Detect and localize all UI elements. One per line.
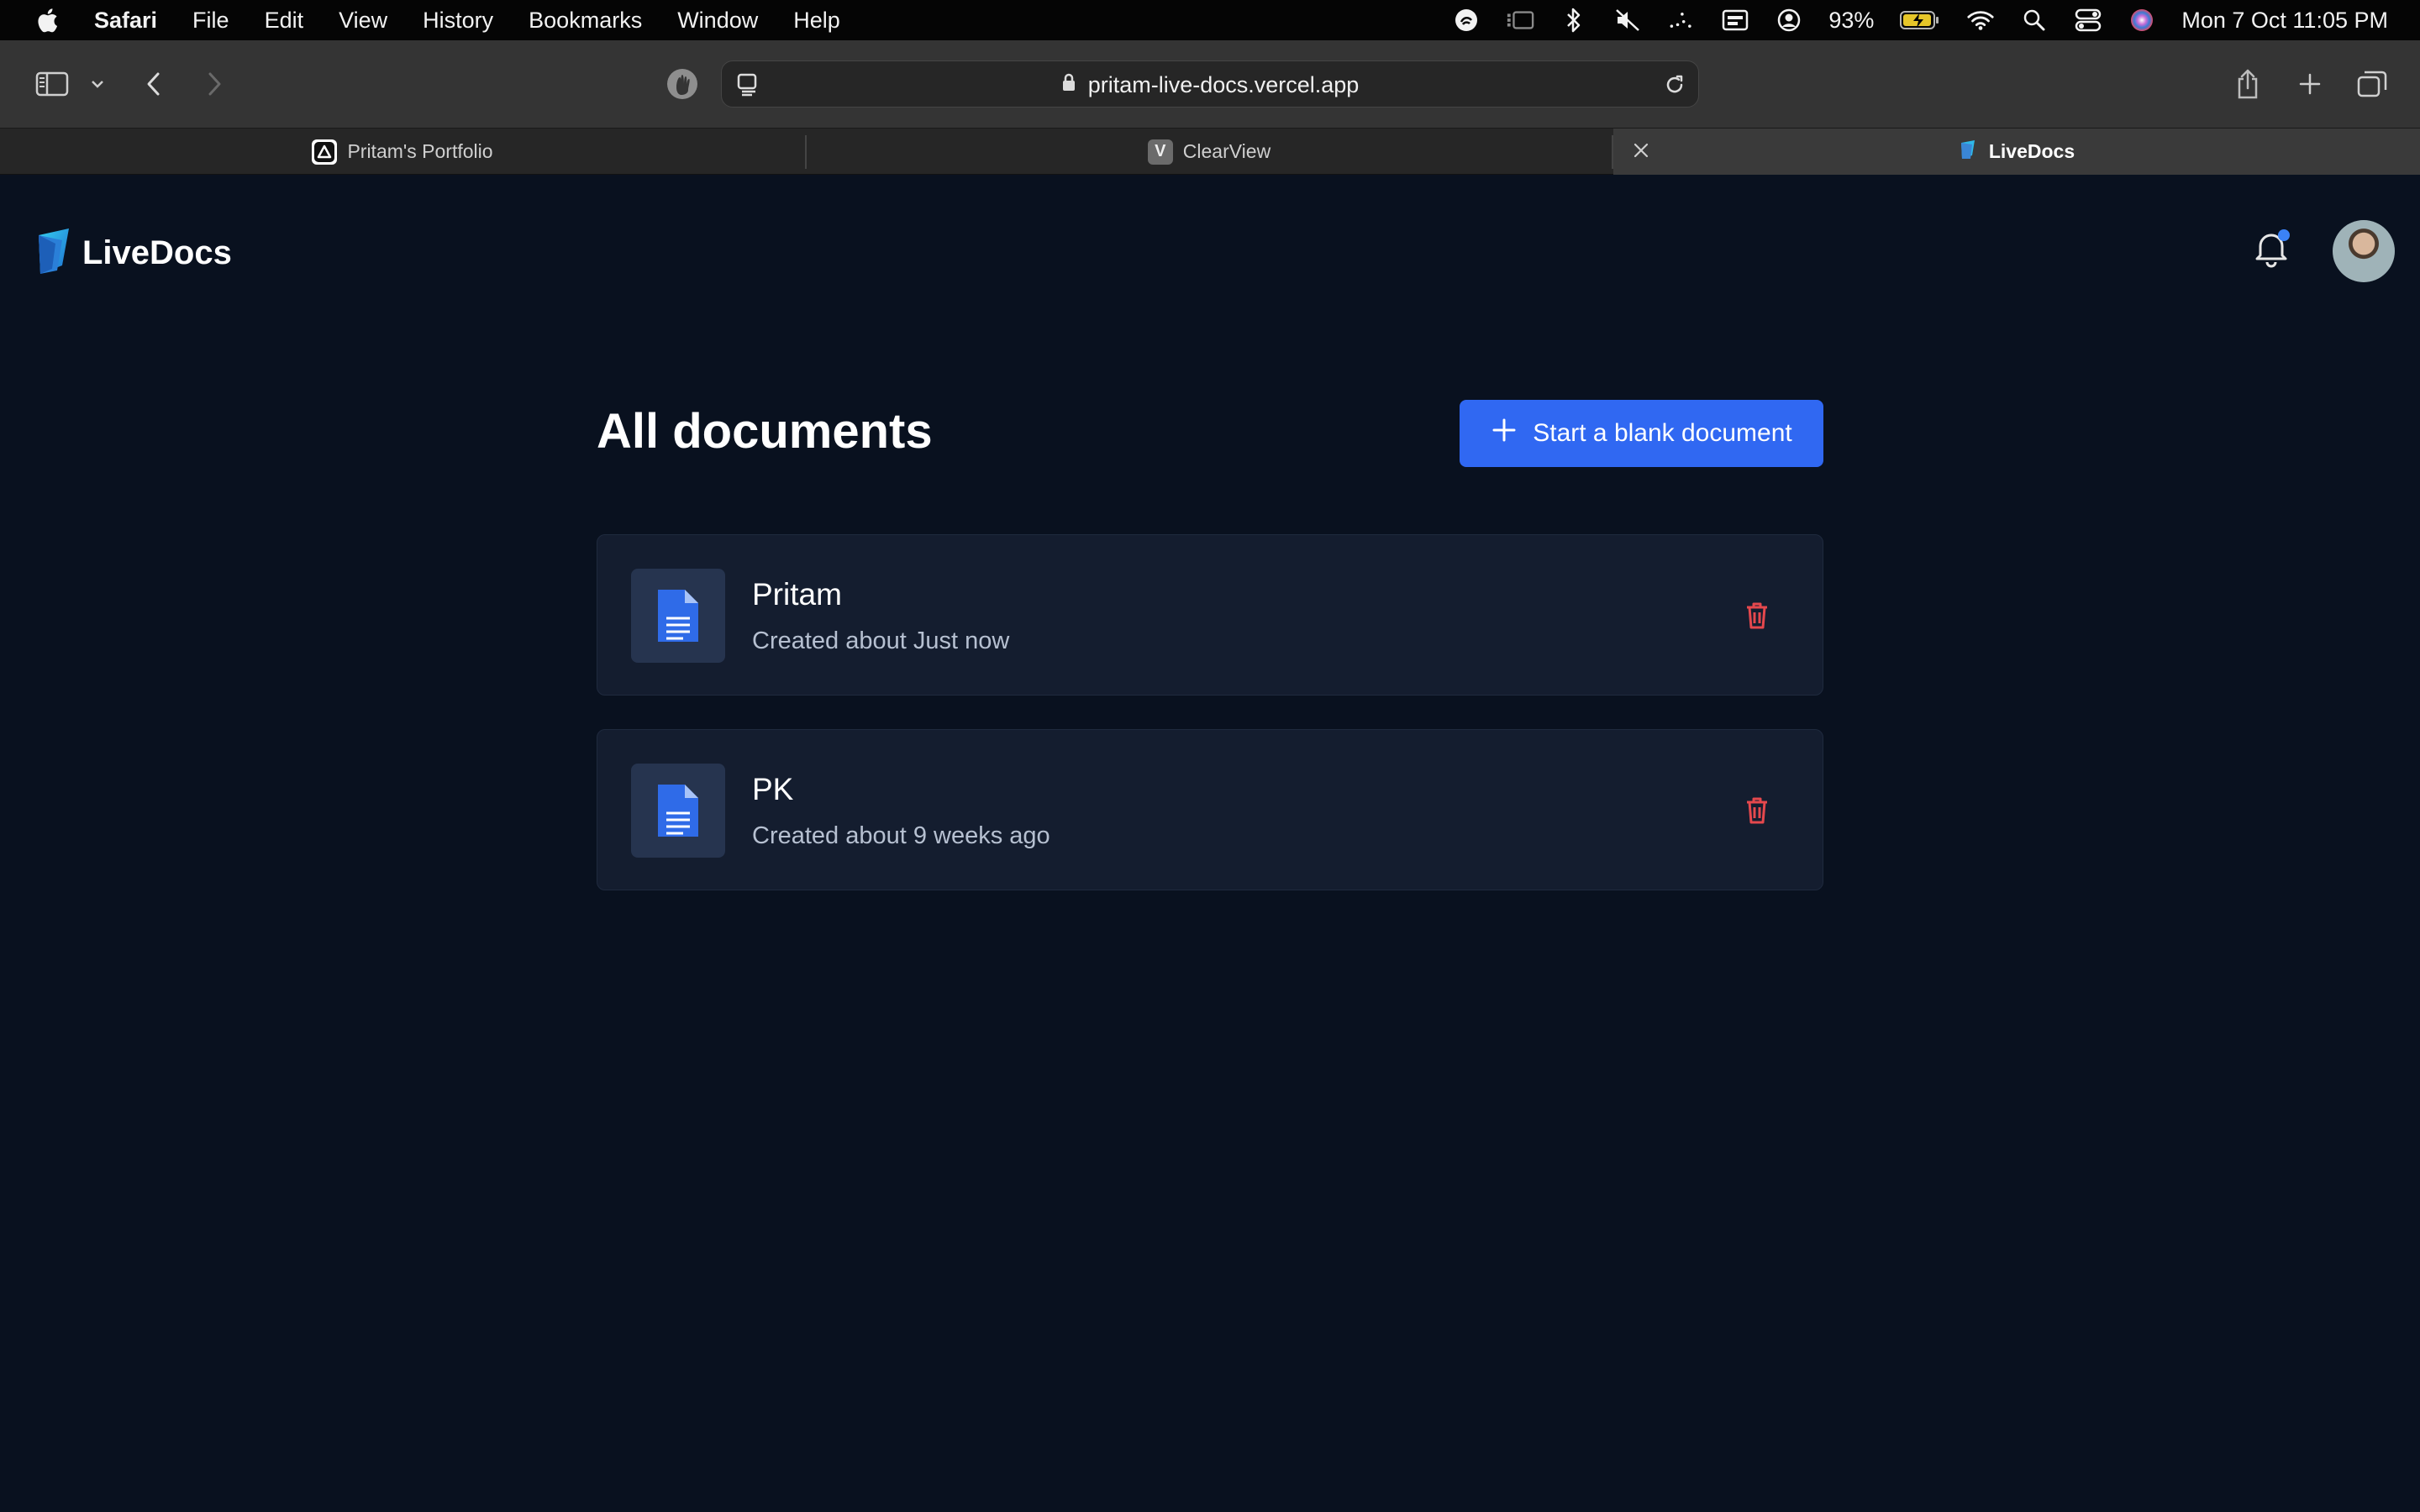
siri-icon[interactable]	[2128, 6, 2156, 34]
clearview-favicon-icon: V	[1147, 139, 1173, 165]
user-avatar[interactable]	[2333, 220, 2395, 282]
lock-icon	[1061, 72, 1076, 98]
tab-title: LiveDocs	[1988, 140, 2075, 162]
document-file-icon	[631, 764, 725, 858]
share-icon[interactable]	[2233, 62, 2262, 106]
document-file-icon	[631, 569, 725, 663]
notifications-bell-icon[interactable]	[2249, 225, 2294, 270]
document-card[interactable]: PK Created about 9 weeks ago	[597, 729, 1823, 890]
tab-livedocs[interactable]: LiveDocs	[1613, 129, 2420, 175]
menu-help[interactable]: Help	[793, 8, 840, 34]
privacy-shield-icon[interactable]	[662, 62, 702, 106]
menu-view[interactable]: View	[339, 8, 387, 34]
volume-muted-icon[interactable]	[1613, 6, 1642, 34]
menu-edit[interactable]: Edit	[265, 8, 304, 34]
livedocs-favicon-icon	[1959, 139, 1979, 165]
url-text[interactable]: pritam-live-docs.vercel.app	[1088, 72, 1360, 98]
bluetooth-icon[interactable]	[1560, 6, 1588, 34]
address-bar[interactable]: pritam-live-docs.vercel.app	[721, 60, 1699, 108]
tab-title: Pritam's Portfolio	[347, 140, 493, 162]
document-title[interactable]: Pritam	[752, 577, 842, 612]
plus-icon	[1491, 417, 1518, 450]
control-center-icon[interactable]	[2074, 6, 2102, 34]
new-tab-plus-icon[interactable]	[2296, 62, 2324, 106]
trash-icon[interactable]	[1740, 794, 1774, 827]
start-blank-document-button[interactable]: Start a blank document	[1460, 400, 1823, 467]
user-account-icon[interactable]	[1775, 6, 1803, 34]
tab-groups-chevron-down-icon[interactable]	[87, 62, 108, 106]
livedocs-logo-icon	[32, 225, 74, 281]
macos-menu-bar: Safari File Edit View History Bookmarks …	[0, 0, 2420, 40]
document-title[interactable]: PK	[752, 772, 793, 807]
back-arrow-icon[interactable]	[141, 62, 166, 106]
menu-window[interactable]: Window	[677, 8, 758, 34]
brand-name: LiveDocs	[82, 234, 232, 271]
document-created: Created about Just now	[752, 627, 1010, 654]
menu-file[interactable]: File	[192, 8, 229, 34]
tab-portfolio[interactable]: Pritam's Portfolio	[0, 129, 805, 175]
document-card[interactable]: Pritam Created about Just now	[597, 534, 1823, 696]
reload-icon[interactable]	[1663, 73, 1686, 101]
app-header: LiveDocs	[0, 175, 2420, 331]
button-label: Start a blank document	[1533, 419, 1792, 447]
wifi-icon[interactable]	[1966, 6, 1995, 34]
document-created: Created about 9 weeks ago	[752, 822, 1050, 849]
menu-bookmarks[interactable]: Bookmarks	[529, 8, 642, 34]
tab-overview-icon[interactable]	[2356, 62, 2388, 106]
sidebar-toggle-icon[interactable]	[34, 62, 71, 106]
tab-clearview[interactable]: V ClearView	[807, 129, 1612, 175]
portfolio-favicon-icon	[312, 139, 338, 165]
tab-title: ClearView	[1182, 140, 1271, 162]
keyboard-input-icon[interactable]	[1721, 6, 1749, 34]
app-logo[interactable]: LiveDocs	[32, 225, 232, 281]
wifi-strength-icon[interactable]	[1667, 6, 1696, 34]
page-title: All documents	[597, 404, 933, 459]
close-tab-icon[interactable]	[1632, 141, 1650, 165]
tab-bar: Pritam's Portfolio V ClearView LiveDocs	[0, 128, 2420, 175]
status-app-icon[interactable]	[1452, 6, 1481, 34]
spotlight-search-icon[interactable]	[2020, 6, 2049, 34]
menu-history[interactable]: History	[423, 8, 493, 34]
forward-arrow-icon[interactable]	[202, 62, 227, 106]
battery-charging-icon[interactable]	[1899, 6, 1941, 34]
stage-manager-icon[interactable]	[1506, 6, 1534, 34]
battery-percent: 93%	[1828, 7, 1875, 33]
apple-menu-icon[interactable]	[34, 6, 59, 34]
browser-toolbar: pritam-live-docs.vercel.app	[0, 40, 2420, 128]
menu-app-name[interactable]: Safari	[94, 8, 157, 34]
trash-icon[interactable]	[1740, 599, 1774, 633]
menubar-datetime[interactable]: Mon 7 Oct 11:05 PM	[2181, 8, 2388, 34]
